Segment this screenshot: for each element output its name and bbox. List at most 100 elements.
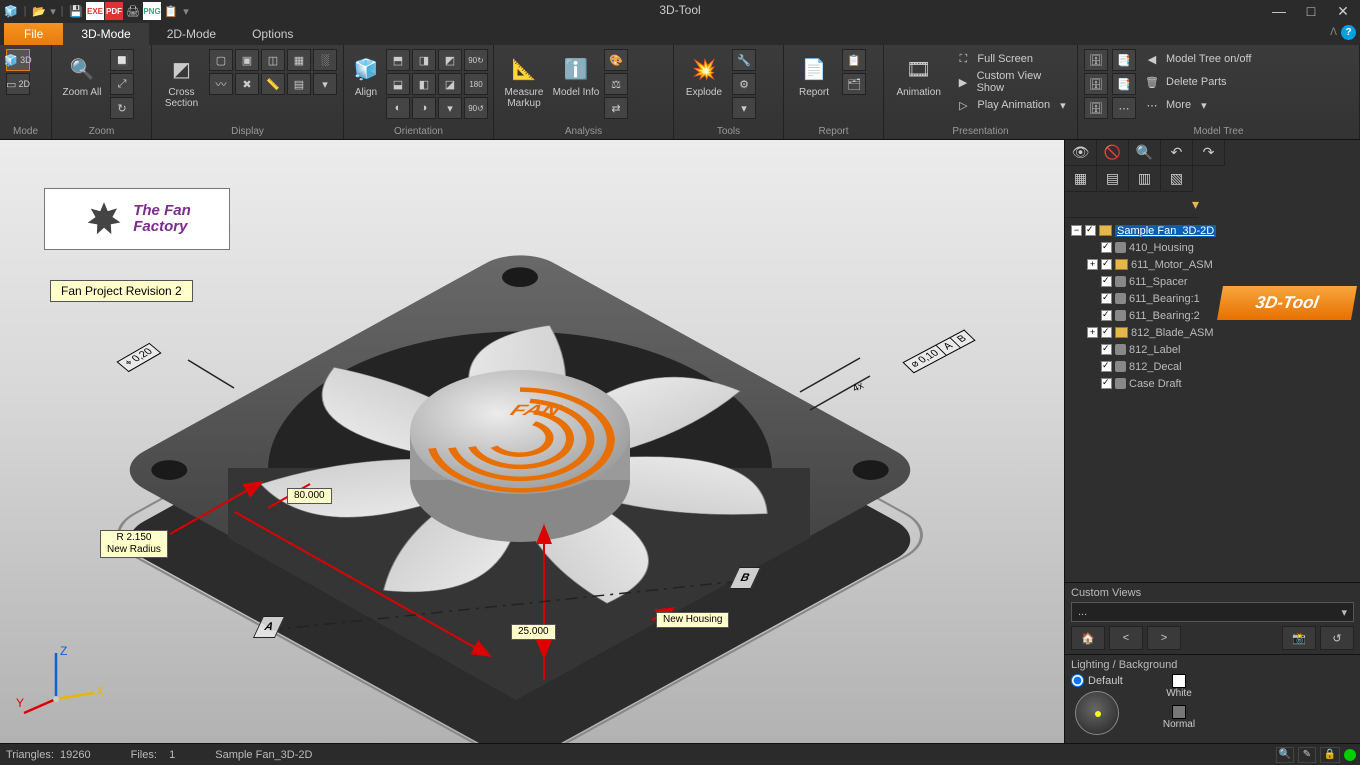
- tab-3d-mode[interactable]: 3D-Mode: [63, 23, 148, 45]
- pdf-icon[interactable]: PDF: [105, 2, 123, 20]
- cross-section-button[interactable]: ◩Cross Section: [158, 49, 205, 109]
- tree-item[interactable]: 812_Decal: [1067, 358, 1358, 375]
- tree-item[interactable]: 812_Label: [1067, 341, 1358, 358]
- help-button[interactable]: ?: [1341, 25, 1356, 40]
- view-back[interactable]: ◧: [412, 73, 436, 95]
- ribbon-min-icon[interactable]: ᐱ: [1330, 27, 1337, 38]
- bg-white-swatch[interactable]: [1172, 674, 1186, 688]
- ptb-redo[interactable]: ↷: [1193, 140, 1225, 166]
- custom-views-combo[interactable]: ...▾: [1071, 602, 1354, 622]
- ptb-undo[interactable]: ↶: [1161, 140, 1193, 166]
- view-iso[interactable]: ◩: [438, 49, 462, 71]
- disp-3[interactable]: 📏: [261, 73, 285, 95]
- app-icon[interactable]: 🧊: [2, 2, 20, 20]
- view-next-button[interactable]: >: [1147, 626, 1181, 650]
- bg-normal-swatch[interactable]: [1172, 705, 1186, 719]
- tool-3[interactable]: ▾: [732, 97, 756, 119]
- curvature[interactable]: ⚖: [604, 73, 628, 95]
- maximize-button[interactable]: □: [1300, 3, 1322, 19]
- zoom-rotate-button[interactable]: ↻: [110, 97, 134, 119]
- tree-a[interactable]: 🗄: [1084, 49, 1108, 71]
- tree-d[interactable]: 📑: [1112, 49, 1136, 71]
- open-icon[interactable]: 📂: [30, 2, 48, 20]
- ptb-r4[interactable]: ▧: [1161, 166, 1193, 192]
- shade-3[interactable]: ◫: [261, 49, 285, 71]
- save-icon[interactable]: 💾: [67, 2, 85, 20]
- ptb-vis[interactable]: 👁: [1065, 140, 1097, 166]
- view-home-button[interactable]: 🏠: [1071, 626, 1105, 650]
- tree-c[interactable]: 🗄: [1084, 97, 1108, 119]
- rot-90[interactable]: 90↻: [464, 49, 488, 71]
- view-iso2[interactable]: ◪: [438, 73, 462, 95]
- compare[interactable]: ⇄: [604, 97, 628, 119]
- tree-item[interactable]: +611_Motor_ASM: [1067, 256, 1358, 273]
- report-2[interactable]: 🗂: [842, 73, 866, 95]
- mode-3d-button[interactable]: 🧊 3D: [6, 49, 30, 71]
- tree-f[interactable]: ⋯: [1112, 97, 1136, 119]
- tree-item[interactable]: 410_Housing: [1067, 239, 1358, 256]
- ptb-filter[interactable]: ▾: [1065, 192, 1199, 218]
- zoom-window-button[interactable]: 🔲: [110, 49, 134, 71]
- exe-icon[interactable]: EXE: [86, 2, 104, 20]
- shade-1[interactable]: ▢: [209, 49, 233, 71]
- view-right[interactable]: ◑: [412, 97, 436, 119]
- close-button[interactable]: ✕: [1332, 3, 1354, 20]
- full-screen-button[interactable]: ⛶Full Screen: [951, 49, 1071, 69]
- view-left[interactable]: ◐: [386, 97, 410, 119]
- print-icon[interactable]: 🖨: [124, 2, 142, 20]
- report-button[interactable]: 📄Report: [790, 49, 838, 98]
- report-1[interactable]: 📋: [842, 49, 866, 71]
- rot-ccw[interactable]: 90↺: [464, 97, 488, 119]
- shade-4[interactable]: ▦: [287, 49, 311, 71]
- tool-1[interactable]: 🔧: [732, 49, 756, 71]
- measure-markup-button[interactable]: 📐Measure Markup: [500, 49, 548, 109]
- disp-4[interactable]: ▤: [287, 73, 311, 95]
- zoom-all-button[interactable]: 🔍Zoom All: [58, 49, 106, 98]
- model-tree-toggle-button[interactable]: ◀Model Tree on/off: [1140, 49, 1255, 69]
- png-icon[interactable]: PNG: [143, 2, 161, 20]
- tab-file[interactable]: File: [4, 23, 63, 45]
- light-globe[interactable]: [1075, 691, 1119, 735]
- ptb-r1[interactable]: ▦: [1065, 166, 1097, 192]
- play-animation-button[interactable]: ▷Play Animation▾: [951, 95, 1071, 115]
- shade-2[interactable]: ▣: [235, 49, 259, 71]
- tree-item[interactable]: Case Draft: [1067, 375, 1358, 392]
- custom-view-show-button[interactable]: ▶Custom View Show: [951, 72, 1071, 92]
- status-icon-3[interactable]: 🔒: [1320, 747, 1340, 763]
- ptb-r2[interactable]: ▤: [1097, 166, 1129, 192]
- status-icon-1[interactable]: 🔍: [1276, 747, 1294, 763]
- ptb-isolate[interactable]: 🔍: [1129, 140, 1161, 166]
- shade-5[interactable]: ░: [313, 49, 337, 71]
- view-save-button[interactable]: 📸: [1282, 626, 1316, 650]
- model-info-button[interactable]: ℹ️Model Info: [552, 49, 600, 98]
- ptb-r3[interactable]: ▥: [1129, 166, 1161, 192]
- view-reset-button[interactable]: ↺: [1320, 626, 1354, 650]
- minimize-button[interactable]: —: [1268, 3, 1290, 19]
- view-bottom[interactable]: ⬓: [386, 73, 410, 95]
- align-button[interactable]: 🧊Align: [350, 49, 382, 98]
- animation-button[interactable]: 🎞Animation: [890, 49, 947, 98]
- tool-2[interactable]: ⚙: [732, 73, 756, 95]
- clipboard-icon[interactable]: 📋: [162, 2, 180, 20]
- tree-root[interactable]: −Sample Fan_3D-2D: [1067, 222, 1358, 239]
- 3d-viewport[interactable]: The FanFactory Fan Project Revision 2: [0, 140, 1064, 743]
- disp-2[interactable]: ✖: [235, 73, 259, 95]
- mode-2d-button[interactable]: ▭ 2D: [6, 73, 30, 95]
- tab-2d-mode[interactable]: 2D-Mode: [149, 23, 234, 45]
- wall-thick[interactable]: 🎨: [604, 49, 628, 71]
- tree-b[interactable]: 🗄: [1084, 73, 1108, 95]
- view-top[interactable]: ⬒: [386, 49, 410, 71]
- view-persp[interactable]: ▾: [438, 97, 462, 119]
- model-tree[interactable]: −Sample Fan_3D-2D 410_Housing +611_Motor…: [1065, 218, 1360, 582]
- disp-5[interactable]: ▾: [313, 73, 337, 95]
- view-prev-button[interactable]: <: [1109, 626, 1143, 650]
- tree-item[interactable]: +812_Blade_ASM: [1067, 324, 1358, 341]
- tab-options[interactable]: Options: [234, 23, 311, 45]
- zoom-fit-button[interactable]: ⤢: [110, 73, 134, 95]
- explode-button[interactable]: 💥Explode: [680, 49, 728, 98]
- disp-1[interactable]: 〰: [209, 73, 233, 95]
- default-radio[interactable]: Default: [1071, 674, 1123, 687]
- status-icon-2[interactable]: ✎: [1298, 747, 1316, 763]
- view-front[interactable]: ◨: [412, 49, 436, 71]
- delete-parts-button[interactable]: 🗑Delete Parts: [1140, 72, 1255, 92]
